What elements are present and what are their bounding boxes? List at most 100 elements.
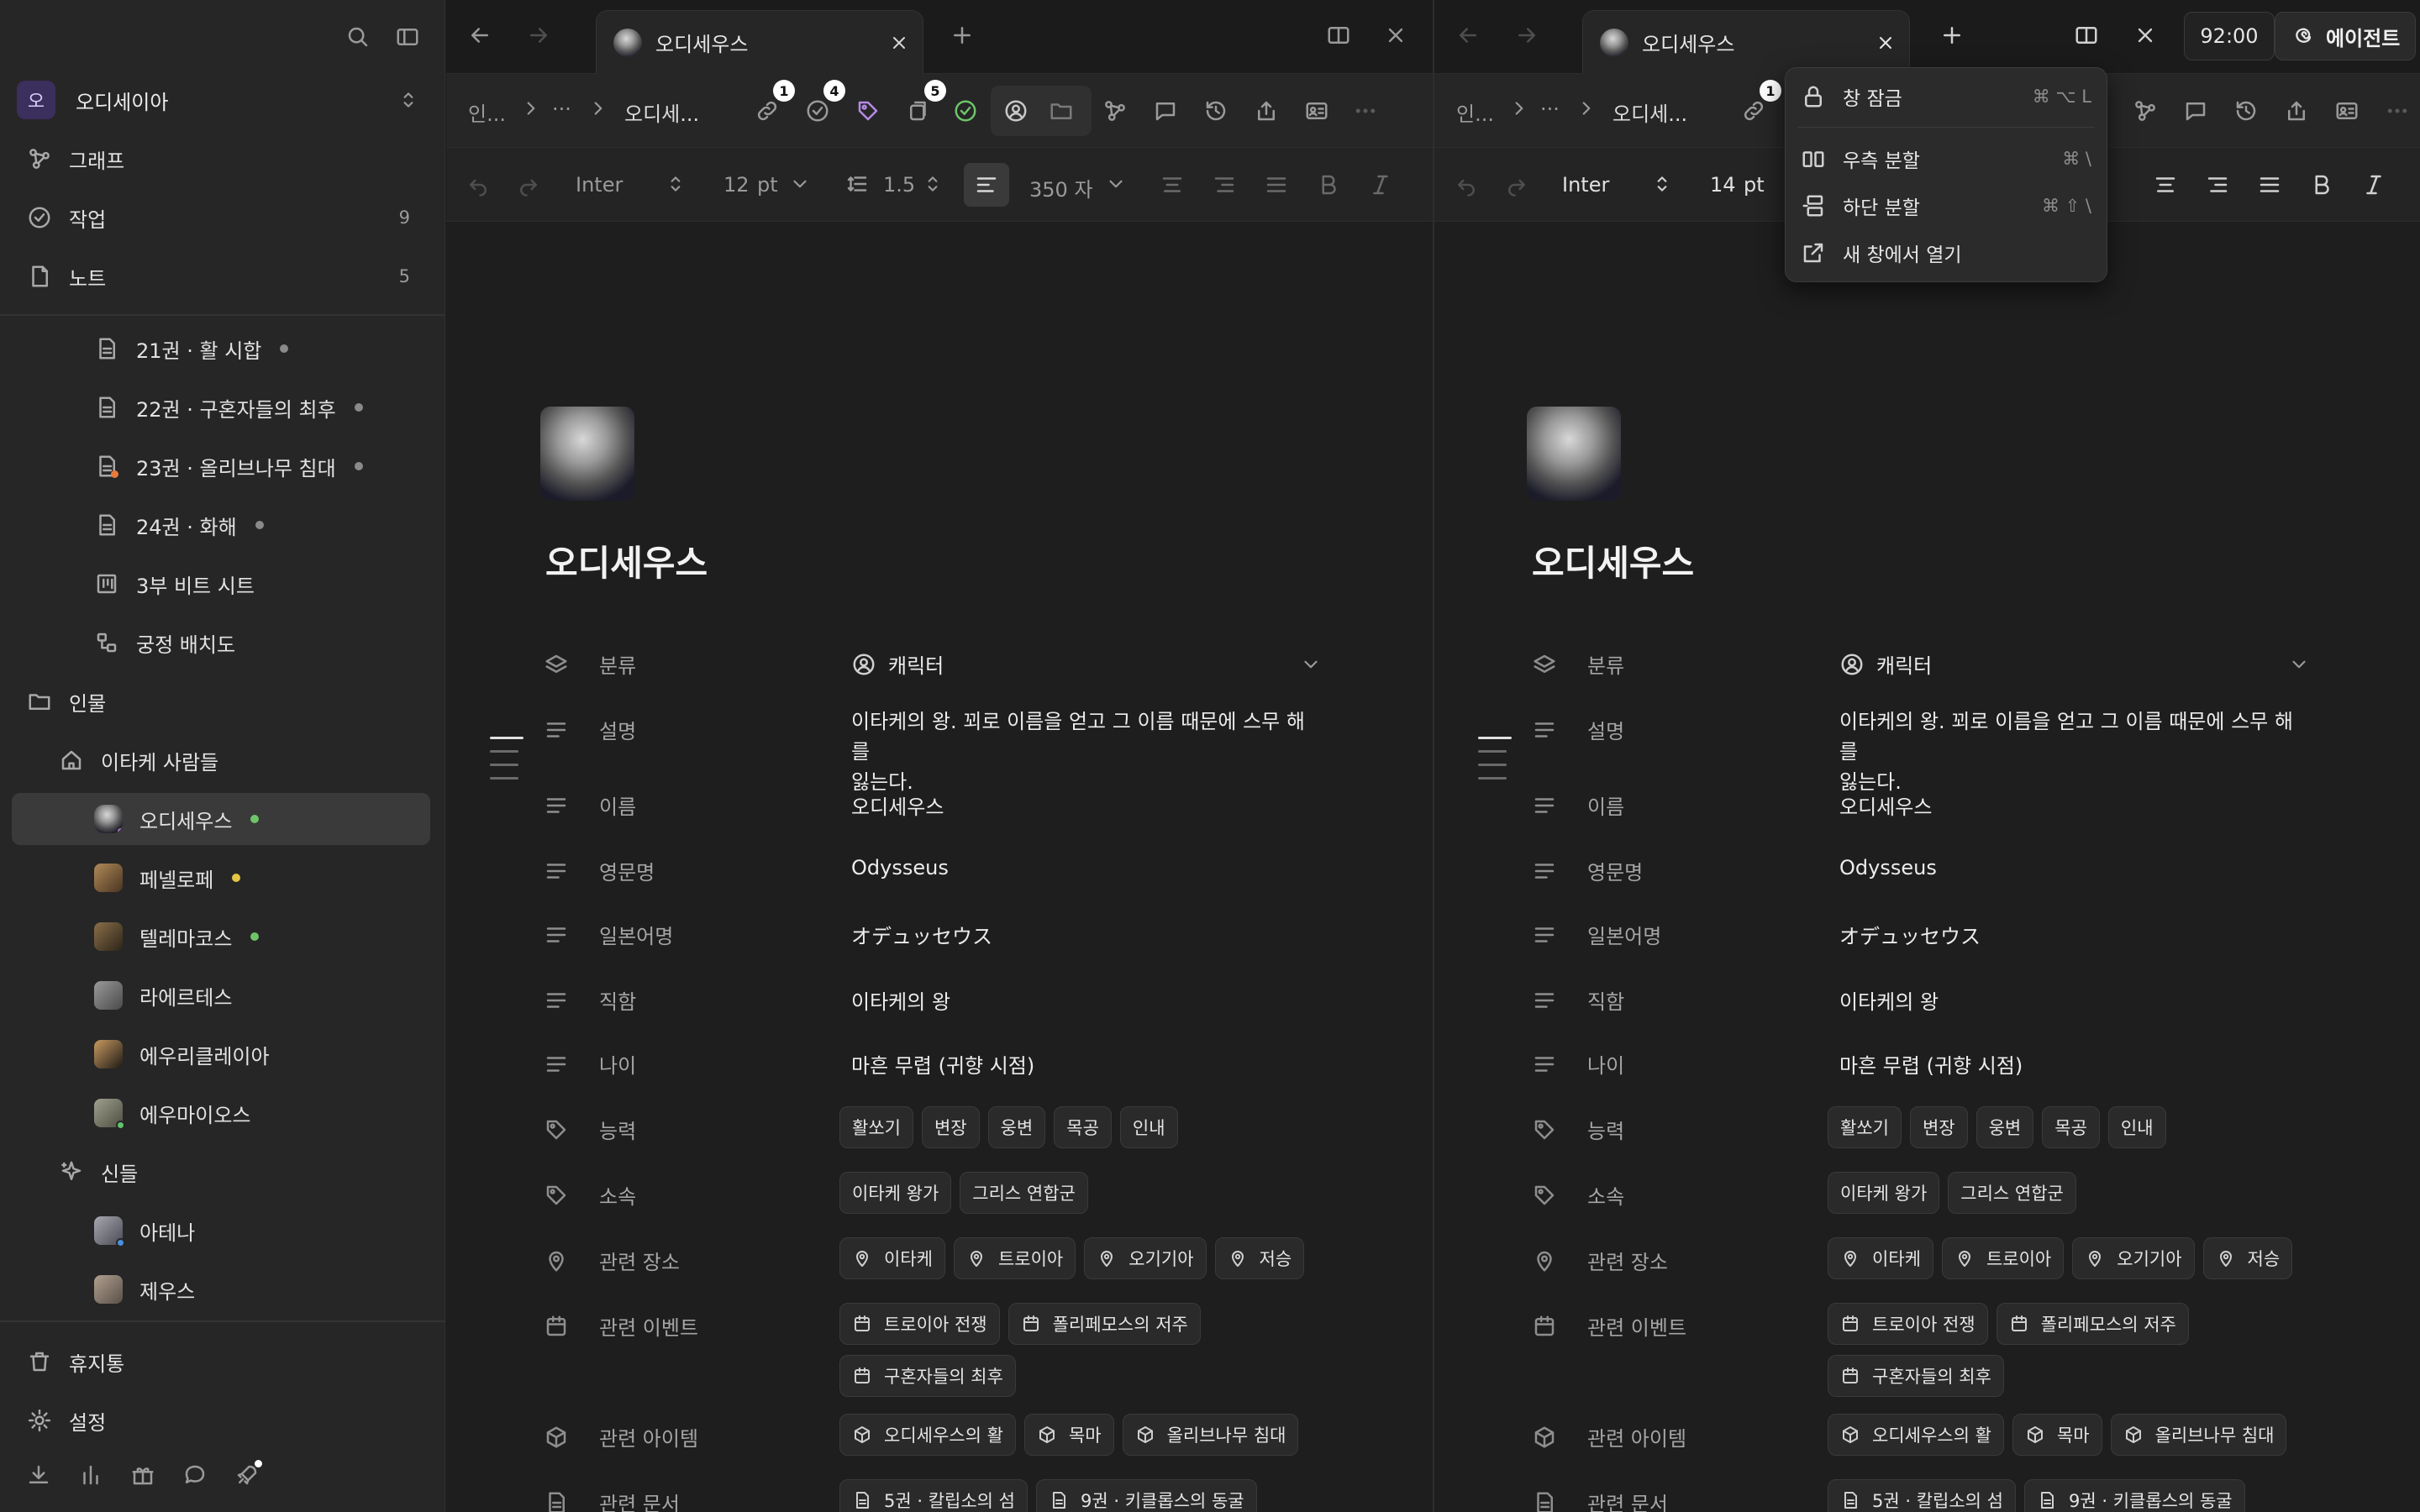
sidebar-person-telemachus[interactable]: 텔레마코스 xyxy=(94,914,413,959)
english-name-value[interactable]: Odysseus xyxy=(851,856,949,879)
name-value[interactable]: 오디세우스 xyxy=(1839,790,1932,820)
folder-icon[interactable] xyxy=(1046,96,1076,126)
italic-icon[interactable] xyxy=(2359,170,2389,200)
breadcrumb-ellipsis[interactable]: ··· xyxy=(1540,97,1560,121)
item-chip[interactable]: 오디세우스의 활 xyxy=(839,1414,1016,1456)
align-center-icon[interactable] xyxy=(2150,170,2181,200)
line-height-value[interactable]: 1.5 xyxy=(883,173,915,197)
back-arrow-icon[interactable] xyxy=(465,20,495,50)
ability-chip[interactable]: 변장 xyxy=(1909,1106,1968,1148)
event-chip[interactable]: 폴리페모스의 저주 xyxy=(1007,1303,1201,1345)
timer-display[interactable]: 92:00 xyxy=(2184,12,2275,60)
sidebar-folder-people[interactable]: 인물 xyxy=(27,679,413,724)
history-icon[interactable] xyxy=(2231,96,2261,126)
download-icon[interactable] xyxy=(24,1460,54,1490)
affiliation-chip[interactable]: 이타케 왕가 xyxy=(839,1172,952,1214)
split-view-icon[interactable] xyxy=(2071,20,2102,50)
gift-icon[interactable] xyxy=(128,1460,158,1490)
person-icon[interactable] xyxy=(1001,96,1031,126)
tab-odysseus-left[interactable]: 오디세우스 xyxy=(596,10,923,74)
bold-icon[interactable] xyxy=(1313,170,1344,200)
tag-icon[interactable] xyxy=(853,96,883,126)
ability-chip[interactable]: 목공 xyxy=(1054,1106,1112,1148)
description-value[interactable]: 이타케의 왕. 꾀로 이름을 얻고 그 이름 때문에 스무 해를 잃는다. xyxy=(1839,706,2310,797)
sidebar-item-trash[interactable]: 휴지통 xyxy=(27,1339,410,1384)
width-value[interactable]: 350 자 xyxy=(1029,173,1093,202)
back-arrow-icon[interactable] xyxy=(1453,20,1483,50)
link-icon[interactable] xyxy=(752,96,782,126)
outline-marker[interactable] xyxy=(490,777,518,780)
close-pane-icon[interactable] xyxy=(2130,20,2160,50)
document-chip[interactable]: 5권 · 칼립소의 섬 xyxy=(839,1479,1028,1512)
font-family-select[interactable]: Inter xyxy=(1562,173,1609,197)
breadcrumb-current[interactable]: 오디세... xyxy=(1612,97,1687,127)
item-chip[interactable]: 올리브나무 침대 xyxy=(1122,1414,1299,1456)
font-size-value[interactable]: 12 xyxy=(723,173,750,197)
event-chip[interactable]: 트로이아 전쟁 xyxy=(1828,1303,1988,1345)
close-icon[interactable] xyxy=(1870,28,1901,58)
menu-item-lock-window[interactable]: 창 잠금 ⌘ ⌥ L xyxy=(1801,75,2091,118)
event-chip[interactable]: 트로이아 전쟁 xyxy=(839,1303,1000,1345)
english-name-value[interactable]: Odysseus xyxy=(1839,856,1937,879)
align-left-button[interactable] xyxy=(964,163,1009,207)
bold-icon[interactable] xyxy=(2307,170,2337,200)
outline-marker[interactable] xyxy=(490,750,518,753)
ability-chip[interactable]: 웅변 xyxy=(1975,1106,2034,1148)
name-value[interactable]: 오디세우스 xyxy=(851,790,944,820)
forward-arrow-icon[interactable] xyxy=(1512,20,1542,50)
justify-icon[interactable] xyxy=(2254,170,2285,200)
sidebar-person-odysseus[interactable]: 오디세우스 xyxy=(94,796,413,842)
breadcrumb-ellipsis[interactable]: ··· xyxy=(552,97,571,121)
tab-odysseus-right[interactable]: 오디세우스 xyxy=(1582,10,1910,74)
font-family-select[interactable]: Inter xyxy=(576,173,623,197)
search-icon[interactable] xyxy=(343,22,373,52)
sidebar-person-athena[interactable]: 아테나 xyxy=(94,1208,413,1253)
more-icon[interactable] xyxy=(2382,96,2412,126)
breadcrumb-root[interactable]: 인... xyxy=(1456,97,1494,127)
link-icon[interactable] xyxy=(1739,96,1769,126)
breadcrumb-current[interactable]: 오디세... xyxy=(624,97,699,127)
graph-icon[interactable] xyxy=(1100,96,1130,126)
ability-chip[interactable]: 목공 xyxy=(2042,1106,2100,1148)
sidebar-doc-21[interactable]: 21권 · 활 시합 xyxy=(94,326,413,371)
japanese-name-value[interactable]: オデュッセウス xyxy=(851,920,992,949)
sidebar-person-eumaeus[interactable]: 에우마이오스 xyxy=(94,1090,413,1136)
sidebar-folder-ithaca[interactable]: 이타케 사람들 xyxy=(59,738,412,783)
forward-arrow-icon[interactable] xyxy=(523,20,554,50)
sidebar-doc-22[interactable]: 22권 · 구혼자들의 최후 xyxy=(94,385,413,430)
place-chip[interactable]: 저승 xyxy=(1214,1237,1305,1279)
title-value[interactable]: 이타케의 왕 xyxy=(851,985,950,1015)
id-card-icon[interactable] xyxy=(2332,96,2362,126)
menu-item-split-right[interactable]: 우측 분할 ⌘ \ xyxy=(1801,137,2091,181)
place-chip[interactable]: 이타케 xyxy=(839,1237,945,1279)
place-chip[interactable]: 트로이아 xyxy=(953,1237,1076,1279)
close-pane-icon[interactable] xyxy=(1381,20,1411,50)
menu-item-split-down[interactable]: 하단 분할 ⌘ ⇧ \ xyxy=(1801,184,2091,228)
item-chip[interactable]: 오디세우스의 활 xyxy=(1828,1414,2004,1456)
sidebar-item-settings[interactable]: 설정 xyxy=(27,1398,410,1443)
affiliation-chip[interactable]: 이타케 왕가 xyxy=(1828,1172,1940,1214)
status-check-icon[interactable] xyxy=(950,96,981,126)
ability-chip[interactable]: 웅변 xyxy=(987,1106,1046,1148)
outline-marker[interactable] xyxy=(490,764,518,766)
place-chip[interactable]: 저승 xyxy=(2202,1237,2293,1279)
sidebar-item-notes[interactable]: 노트 5 xyxy=(27,254,410,299)
id-card-icon[interactable] xyxy=(1302,96,1332,126)
new-tab-plus-icon[interactable] xyxy=(947,20,977,50)
outline-marker[interactable] xyxy=(1478,764,1507,766)
outline-marker[interactable] xyxy=(1478,777,1507,780)
graph-icon[interactable] xyxy=(2130,96,2160,126)
menu-item-open-new-window[interactable]: 새 창에서 열기 xyxy=(1801,231,2091,275)
event-chip[interactable]: 폴리페모스의 저주 xyxy=(1996,1303,2189,1345)
event-chip[interactable]: 구혼자들의 최후 xyxy=(839,1355,1016,1397)
comment-icon[interactable] xyxy=(2181,96,2211,126)
ability-chip[interactable]: 인내 xyxy=(2107,1106,2166,1148)
item-chip[interactable]: 올리브나무 침대 xyxy=(2110,1414,2287,1456)
italic-icon[interactable] xyxy=(1365,170,1396,200)
ability-chip[interactable]: 활쏘기 xyxy=(1828,1106,1902,1148)
redo-icon[interactable] xyxy=(1502,170,1532,200)
age-value[interactable]: 마흔 무렵 (귀향 시점) xyxy=(1839,1049,2023,1079)
ability-chip[interactable]: 변장 xyxy=(921,1106,980,1148)
undo-icon[interactable] xyxy=(1451,170,1481,200)
sidebar-folder-gods[interactable]: 신들 xyxy=(59,1149,412,1194)
